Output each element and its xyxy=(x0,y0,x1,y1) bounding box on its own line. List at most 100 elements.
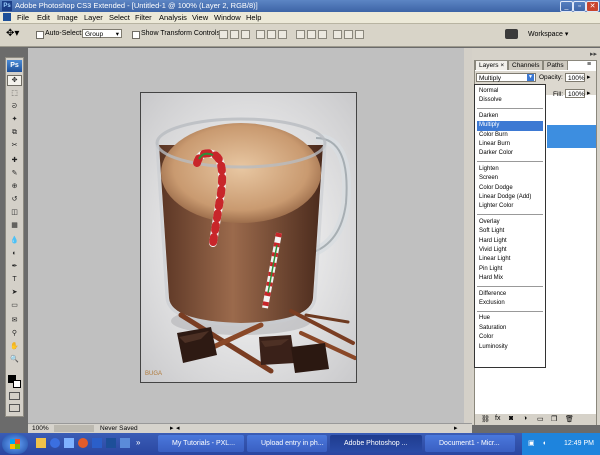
layer-style-icon[interactable]: fx xyxy=(495,415,500,422)
align-vcenter-icon[interactable] xyxy=(230,30,239,39)
distribute-hcenter-icon[interactable] xyxy=(344,30,353,39)
background-color-swatch[interactable] xyxy=(13,380,21,388)
layer-mask-icon[interactable]: ◙ xyxy=(509,415,513,422)
blend-option[interactable]: Luminosity xyxy=(477,343,543,352)
tab-layers[interactable]: Layers × xyxy=(475,60,509,70)
align-bottom-icon[interactable] xyxy=(241,30,250,39)
magic-wand-icon[interactable]: ✦ xyxy=(8,115,21,124)
blend-option[interactable]: Saturation xyxy=(477,324,543,333)
menu-help[interactable]: Help xyxy=(246,12,261,23)
menu-file[interactable]: File xyxy=(17,12,29,23)
blend-option[interactable]: Dissolve xyxy=(477,96,543,105)
blend-option[interactable]: Overlay xyxy=(477,218,543,227)
task-button-3[interactable]: Adobe Photoshop ... xyxy=(330,435,422,452)
clock[interactable]: 12:49 PM xyxy=(564,440,594,447)
blend-mode-dropdown[interactable]: Multiply ▼ xyxy=(476,73,536,82)
menu-select[interactable]: Select xyxy=(109,12,130,23)
gradient-icon[interactable]: ▦ xyxy=(8,221,21,230)
layer-row-selected[interactable] xyxy=(547,125,596,148)
workspace-button[interactable]: Workspace ▾ xyxy=(528,30,568,38)
blur-icon[interactable]: 💧 xyxy=(8,236,21,245)
media-quicklaunch-icon[interactable] xyxy=(120,438,130,448)
fill-slider-icon[interactable]: ▸ xyxy=(587,89,591,97)
distribute-bottom-icon[interactable] xyxy=(318,30,327,39)
align-left-icon[interactable] xyxy=(256,30,265,39)
hand-icon[interactable]: ✋ xyxy=(8,342,21,351)
link-layers-icon[interactable]: ⛓ xyxy=(481,415,490,423)
task-button-4[interactable]: Document1 - Micr... xyxy=(425,435,515,452)
fill-input[interactable]: 100% xyxy=(565,89,585,98)
menu-layer[interactable]: Layer xyxy=(84,12,103,23)
clone-stamp-icon[interactable]: ⊕ xyxy=(8,182,21,191)
start-button[interactable] xyxy=(2,434,28,454)
new-layer-icon[interactable]: ❐ xyxy=(551,415,557,423)
show-transform-checkbox[interactable] xyxy=(132,31,140,39)
task-button-2[interactable]: Upload entry in ph... xyxy=(247,435,327,452)
shape-icon[interactable]: ▭ xyxy=(8,301,21,310)
scroll-left-icon[interactable]: ◂ xyxy=(176,424,180,432)
tab-paths[interactable]: Paths xyxy=(543,60,568,70)
auto-select-checkbox[interactable] xyxy=(36,31,44,39)
path-select-icon[interactable]: ➤ xyxy=(8,288,21,297)
notes-icon[interactable]: ✉ xyxy=(8,316,21,325)
delete-layer-icon[interactable]: 🗑 xyxy=(565,415,574,423)
marquee-icon[interactable]: ⬚ xyxy=(8,89,21,98)
blend-option[interactable]: Lighter Color xyxy=(477,202,543,211)
volume-icon[interactable]: ◖ xyxy=(542,433,546,455)
blend-option[interactable]: Color Burn xyxy=(477,131,543,140)
move-tool-preset-icon[interactable]: ✥▾ xyxy=(6,29,19,39)
network-icon[interactable]: ▣ xyxy=(528,433,535,455)
scroll-right-icon[interactable]: ▸ xyxy=(454,424,458,432)
minimize-button[interactable]: _ xyxy=(560,1,573,12)
panel-collapse-icon[interactable]: ▸▸ xyxy=(590,50,597,58)
menu-filter[interactable]: Filter xyxy=(135,12,152,23)
eyedropper-icon[interactable]: ⚲ xyxy=(8,329,21,338)
zoom-level[interactable]: 100% xyxy=(32,425,49,432)
blend-option[interactable]: Hue xyxy=(477,314,543,323)
panel-menu-icon[interactable]: ≡ xyxy=(587,61,591,68)
adjustment-layer-icon[interactable]: ◑ xyxy=(523,415,527,422)
distribute-top-icon[interactable] xyxy=(296,30,305,39)
blend-option[interactable]: Darken xyxy=(477,112,543,121)
lasso-icon[interactable]: ᘐ xyxy=(8,102,21,111)
distribute-right-icon[interactable] xyxy=(355,30,364,39)
bridge-icon[interactable] xyxy=(505,29,518,39)
quicklaunch-expand-icon[interactable]: » xyxy=(136,438,140,447)
eraser-icon[interactable]: ◫ xyxy=(8,208,21,217)
quick-mask-icon[interactable] xyxy=(9,392,20,400)
status-menu-arrow-icon[interactable]: ▸ xyxy=(170,424,174,432)
ie-quicklaunch-icon[interactable] xyxy=(50,438,60,448)
blend-option[interactable]: Linear Dodge (Add) xyxy=(477,193,543,202)
menu-analysis[interactable]: Analysis xyxy=(159,12,187,23)
task-button-1[interactable]: My Tutorials - PXL... xyxy=(158,435,244,452)
screen-mode-icon[interactable] xyxy=(9,404,20,412)
blend-option[interactable]: Exclusion xyxy=(477,299,543,308)
menu-view[interactable]: View xyxy=(192,12,208,23)
blend-option[interactable]: Normal xyxy=(477,87,543,96)
slice-icon[interactable]: ✂ xyxy=(8,141,21,150)
blend-option[interactable]: Difference xyxy=(477,290,543,299)
blend-option[interactable]: Color Dodge xyxy=(477,184,543,193)
distribute-left-icon[interactable] xyxy=(333,30,342,39)
blend-option[interactable]: Linear Light xyxy=(477,255,543,264)
photoshop-quicklaunch-icon[interactable] xyxy=(106,438,116,448)
close-button[interactable]: ✕ xyxy=(586,1,599,12)
type-icon[interactable]: T xyxy=(8,275,21,284)
blend-option[interactable]: Vivid Light xyxy=(477,246,543,255)
opacity-input[interactable]: 100% xyxy=(565,73,585,82)
healing-icon[interactable]: ✚ xyxy=(8,156,21,165)
move-icon[interactable]: ✥ xyxy=(7,75,22,86)
align-hcenter-icon[interactable] xyxy=(267,30,276,39)
align-top-icon[interactable] xyxy=(219,30,228,39)
history-brush-icon[interactable]: ↺ xyxy=(8,195,21,204)
blend-option[interactable]: Soft Light xyxy=(477,227,543,236)
document-canvas[interactable]: BUGA xyxy=(140,92,357,383)
auto-select-dropdown[interactable]: Group ▾ xyxy=(82,29,122,38)
align-right-icon[interactable] xyxy=(278,30,287,39)
blend-option[interactable]: Hard Light xyxy=(477,237,543,246)
blend-option[interactable]: Darker Color xyxy=(477,149,543,158)
tab-channels[interactable]: Channels xyxy=(508,60,544,70)
blend-option[interactable]: Color xyxy=(477,333,543,342)
maximize-button[interactable]: ▫ xyxy=(573,1,586,12)
zoom-icon[interactable]: 🔍 xyxy=(8,355,21,364)
